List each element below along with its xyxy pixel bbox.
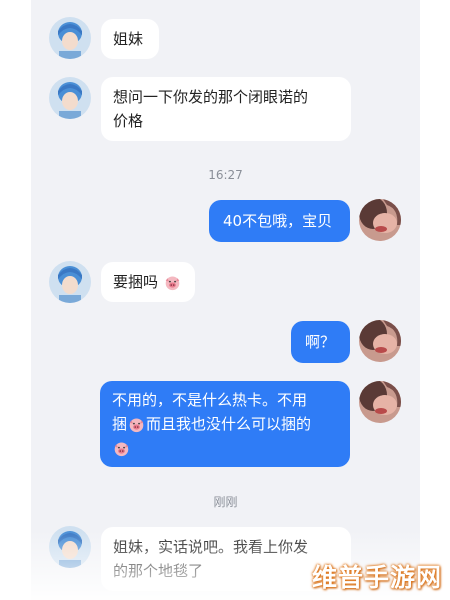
chat-panel: 姐妹 想问一下你发的那个闭眼诺的 价格 16:27 40不包哦，宝贝 要捆吗 啊… xyxy=(31,0,420,600)
message-text: 而且我也没什么可以捆的 xyxy=(146,415,312,433)
message-text: 啊？ xyxy=(305,333,336,351)
pig-face-emoji-icon xyxy=(165,276,180,291)
message-bubble-incoming[interactable]: 要捆吗 xyxy=(101,262,195,302)
timestamp: 16:27 xyxy=(208,168,243,182)
contact-avatar[interactable] xyxy=(49,526,91,568)
message-bubble-outgoing[interactable]: 不用的，不是什么热卡。不用 捆 而且我也没什么可以捆的 xyxy=(100,381,350,467)
contact-avatar[interactable] xyxy=(49,77,91,119)
watermark: 维普手游网 xyxy=(311,563,442,592)
message-text-line: 姐妹，实话说吧。我看上你发 xyxy=(113,538,309,556)
my-avatar[interactable] xyxy=(359,199,401,241)
message-text-line xyxy=(112,436,338,460)
my-avatar[interactable] xyxy=(359,320,401,362)
message-text: 捆 xyxy=(112,415,128,433)
message-text-line: 想问一下你发的那个闭眼诺的 xyxy=(113,88,309,106)
message-bubble-incoming[interactable]: 姐妹 xyxy=(101,19,159,59)
message-text: 要捆吗 xyxy=(113,273,159,291)
message-text: 40不包哦，宝贝 xyxy=(223,212,333,230)
pig-face-emoji-icon xyxy=(114,442,129,457)
message-text-line: 不用的，不是什么热卡。不用 xyxy=(112,391,308,409)
message-text-line: 价格 xyxy=(113,112,144,130)
message-bubble-outgoing[interactable]: 啊？ xyxy=(291,321,350,363)
pig-face-emoji-icon xyxy=(129,418,144,433)
message-bubble-incoming[interactable]: 想问一下你发的那个闭眼诺的 价格 xyxy=(101,77,351,141)
message-text-line: 的那个地毯了 xyxy=(113,562,204,580)
message-bubble-outgoing[interactable]: 40不包哦，宝贝 xyxy=(209,200,350,242)
timestamp: 刚刚 xyxy=(213,495,238,509)
message-text-line: 捆 而且我也没什么可以捆的 xyxy=(112,412,338,436)
message-text: 姐妹 xyxy=(113,30,144,48)
my-avatar[interactable] xyxy=(359,381,401,423)
contact-avatar[interactable] xyxy=(49,17,91,59)
contact-avatar[interactable] xyxy=(49,261,91,303)
